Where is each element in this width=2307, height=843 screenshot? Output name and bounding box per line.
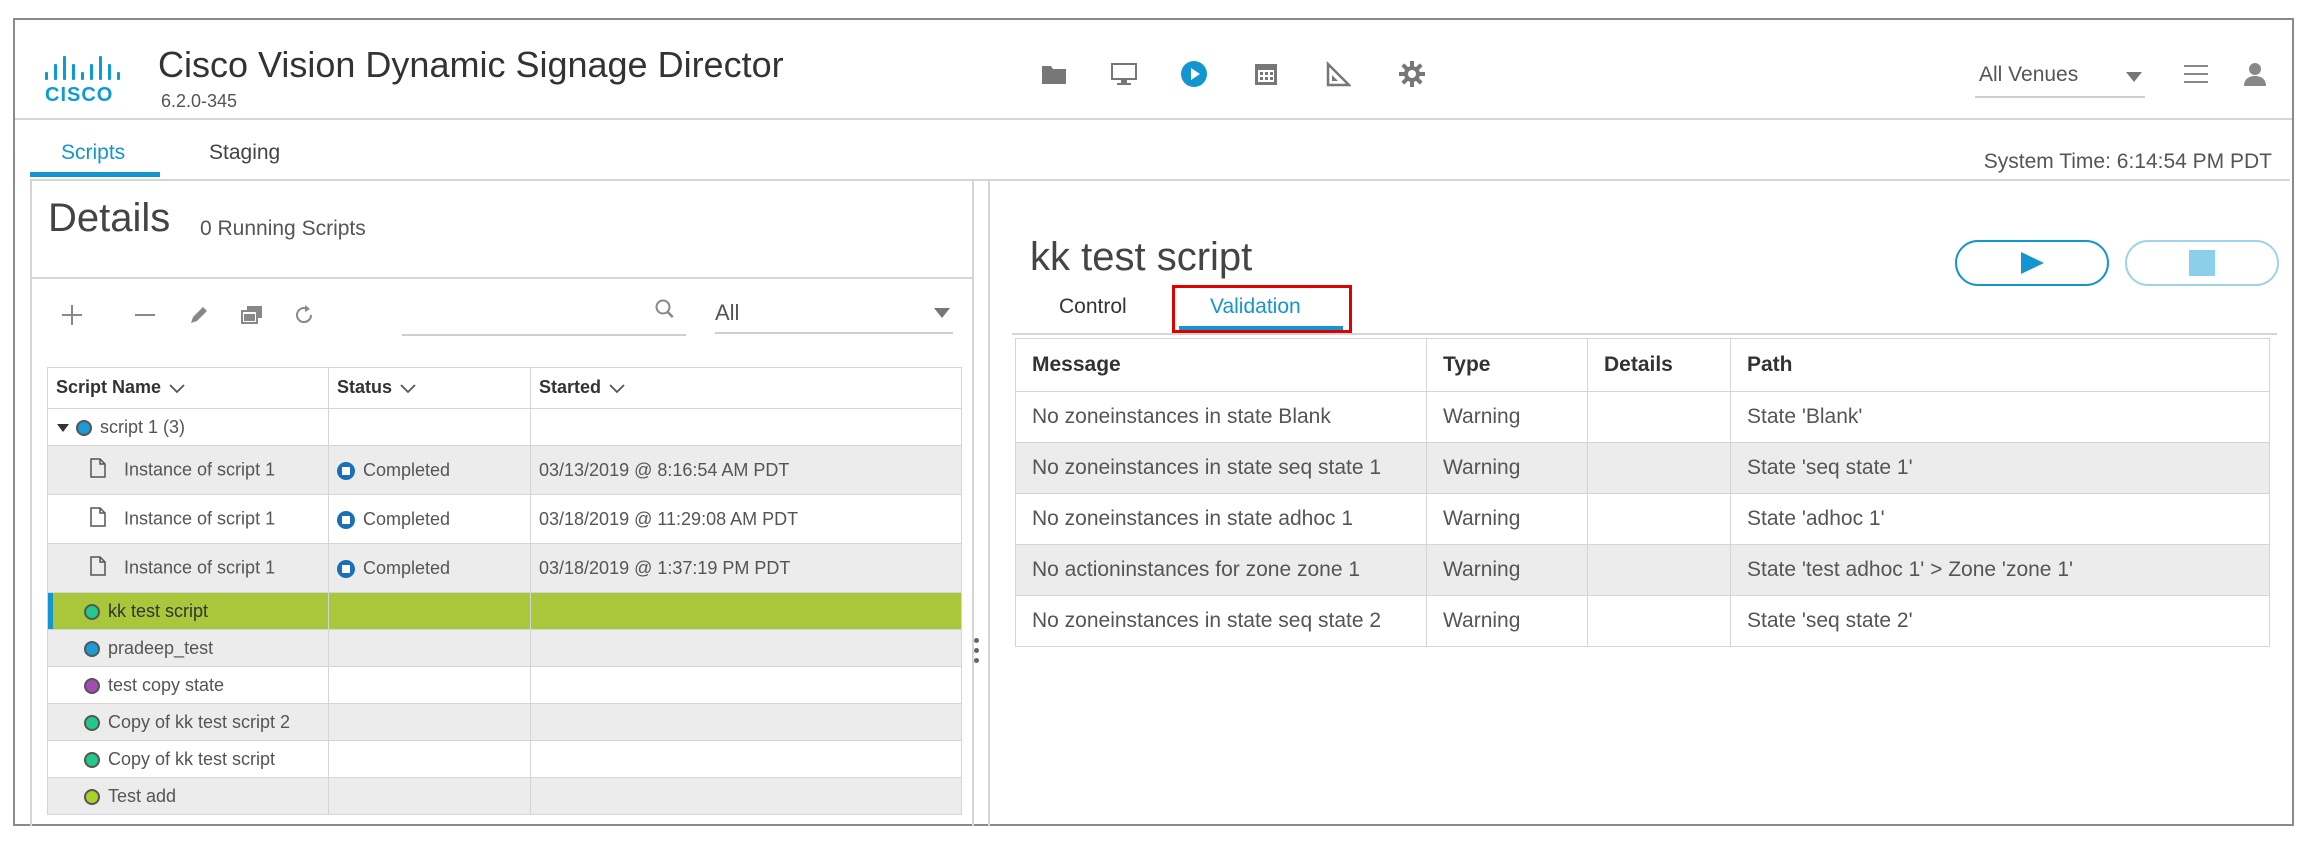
chevron-down-icon — [2125, 70, 2143, 88]
table-header-row: Script Name Status Started — [47, 367, 962, 409]
play-icon — [2021, 252, 2044, 274]
tab-control[interactable]: Control — [1059, 295, 1127, 319]
table-row[interactable]: Copy of kk test script 2 — [47, 703, 962, 741]
completed-status-icon — [337, 559, 355, 578]
highlight-box — [1172, 285, 1352, 333]
gear-icon[interactable] — [1397, 59, 1427, 89]
table-row[interactable]: No zoneinstances in state adhoc 1 Warnin… — [1015, 493, 2270, 545]
table-row[interactable]: No zoneinstances in state Blank Warning … — [1015, 391, 2270, 443]
column-header-started[interactable]: Started — [530, 367, 962, 409]
status-filter-select[interactable]: All — [715, 292, 953, 334]
column-header-message[interactable]: Message — [1015, 338, 1427, 392]
app-header: CISCO Cisco Vision Dynamic Signage Direc… — [15, 20, 2292, 120]
app-title: Cisco Vision Dynamic Signage Director — [158, 44, 784, 85]
script-status-dot — [84, 640, 100, 657]
script-status-dot — [84, 714, 100, 731]
pane-divider — [988, 180, 990, 826]
refresh-icon[interactable] — [289, 300, 319, 330]
details-title: Details — [48, 196, 171, 240]
calendar-icon[interactable] — [1251, 59, 1281, 89]
active-tab-indicator — [30, 172, 160, 177]
system-time: System Time: 6:14:54 PM PDT — [1983, 150, 2272, 173]
table-row[interactable]: Instance of script 1 Completed 03/18/201… — [47, 543, 962, 593]
search-input[interactable] — [402, 292, 686, 336]
scripts-table: Script Name Status Started script 1 (3) … — [47, 367, 962, 815]
table-row[interactable]: Instance of script 1 Completed 03/13/201… — [47, 445, 962, 495]
triangle-ruler-icon[interactable] — [1323, 59, 1353, 89]
search-icon[interactable] — [654, 298, 676, 325]
script-status-dot — [76, 419, 92, 436]
venue-select[interactable]: All Venues — [1975, 58, 2145, 98]
table-row[interactable]: No zoneinstances in state seq state 2 Wa… — [1015, 595, 2270, 647]
table-row[interactable]: Test add — [47, 777, 962, 815]
column-header-details[interactable]: Details — [1587, 338, 1731, 392]
document-icon — [90, 506, 106, 532]
column-header-script-name[interactable]: Script Name — [47, 367, 329, 409]
document-icon — [90, 457, 106, 483]
app-window: CISCO Cisco Vision Dynamic Signage Direc… — [13, 18, 2294, 826]
table-row-selected[interactable]: kk test script — [47, 592, 962, 630]
details-pane: Details 0 Running Scripts All Script Nam… — [30, 180, 974, 826]
remove-icon[interactable] — [130, 300, 160, 330]
validation-table: Message Type Details Path No zoneinstanc… — [1015, 338, 2270, 647]
folder-icon[interactable] — [1039, 59, 1069, 89]
menu-icon[interactable] — [2181, 59, 2211, 89]
completed-status-icon — [337, 510, 355, 529]
play-circle-icon[interactable] — [1179, 59, 1209, 89]
tab-divider — [1012, 333, 2277, 335]
tab-scripts[interactable]: Scripts — [61, 141, 125, 165]
document-icon — [90, 555, 106, 581]
completed-status-icon — [337, 461, 355, 480]
script-status-dot — [84, 751, 100, 768]
chevron-down-icon — [400, 378, 416, 399]
chevron-down-icon — [169, 378, 185, 399]
table-row[interactable]: No zoneinstances in state seq state 1 Wa… — [1015, 442, 2270, 494]
chevron-down-icon — [609, 378, 625, 399]
running-scripts-count: 0 Running Scripts — [200, 217, 366, 240]
add-icon[interactable] — [57, 300, 87, 330]
table-row[interactable]: pradeep_test — [47, 629, 962, 667]
table-row[interactable]: Instance of script 1 Completed 03/18/201… — [47, 494, 962, 544]
chevron-down-icon — [933, 306, 951, 324]
copy-icon[interactable] — [237, 300, 267, 330]
table-header-row: Message Type Details Path — [1015, 338, 2270, 392]
pane-resize-handle[interactable] — [974, 638, 980, 678]
script-status-dot — [84, 677, 100, 694]
user-icon[interactable] — [2240, 59, 2270, 89]
tab-staging[interactable]: Staging — [209, 141, 280, 165]
stop-icon — [2189, 250, 2215, 276]
stop-script-button[interactable] — [2125, 240, 2279, 286]
column-header-path[interactable]: Path — [1730, 338, 2270, 392]
table-row[interactable]: No actioninstances for zone zone 1 Warni… — [1015, 544, 2270, 596]
table-row[interactable]: script 1 (3) — [47, 408, 962, 446]
monitor-icon[interactable] — [1109, 59, 1139, 89]
collapse-icon[interactable] — [56, 417, 76, 437]
column-header-status[interactable]: Status — [328, 367, 531, 409]
script-title: kk test script — [1030, 235, 1253, 279]
script-status-dot — [84, 788, 100, 805]
column-header-type[interactable]: Type — [1426, 338, 1588, 392]
cisco-logo: CISCO — [45, 56, 127, 107]
script-status-dot — [84, 603, 100, 620]
app-version: 6.2.0-345 — [161, 91, 238, 111]
table-row[interactable]: Copy of kk test script — [47, 740, 962, 778]
run-script-button[interactable] — [1955, 240, 2109, 286]
table-row[interactable]: test copy state — [47, 666, 962, 704]
divider — [32, 277, 972, 279]
edit-icon[interactable] — [184, 300, 214, 330]
